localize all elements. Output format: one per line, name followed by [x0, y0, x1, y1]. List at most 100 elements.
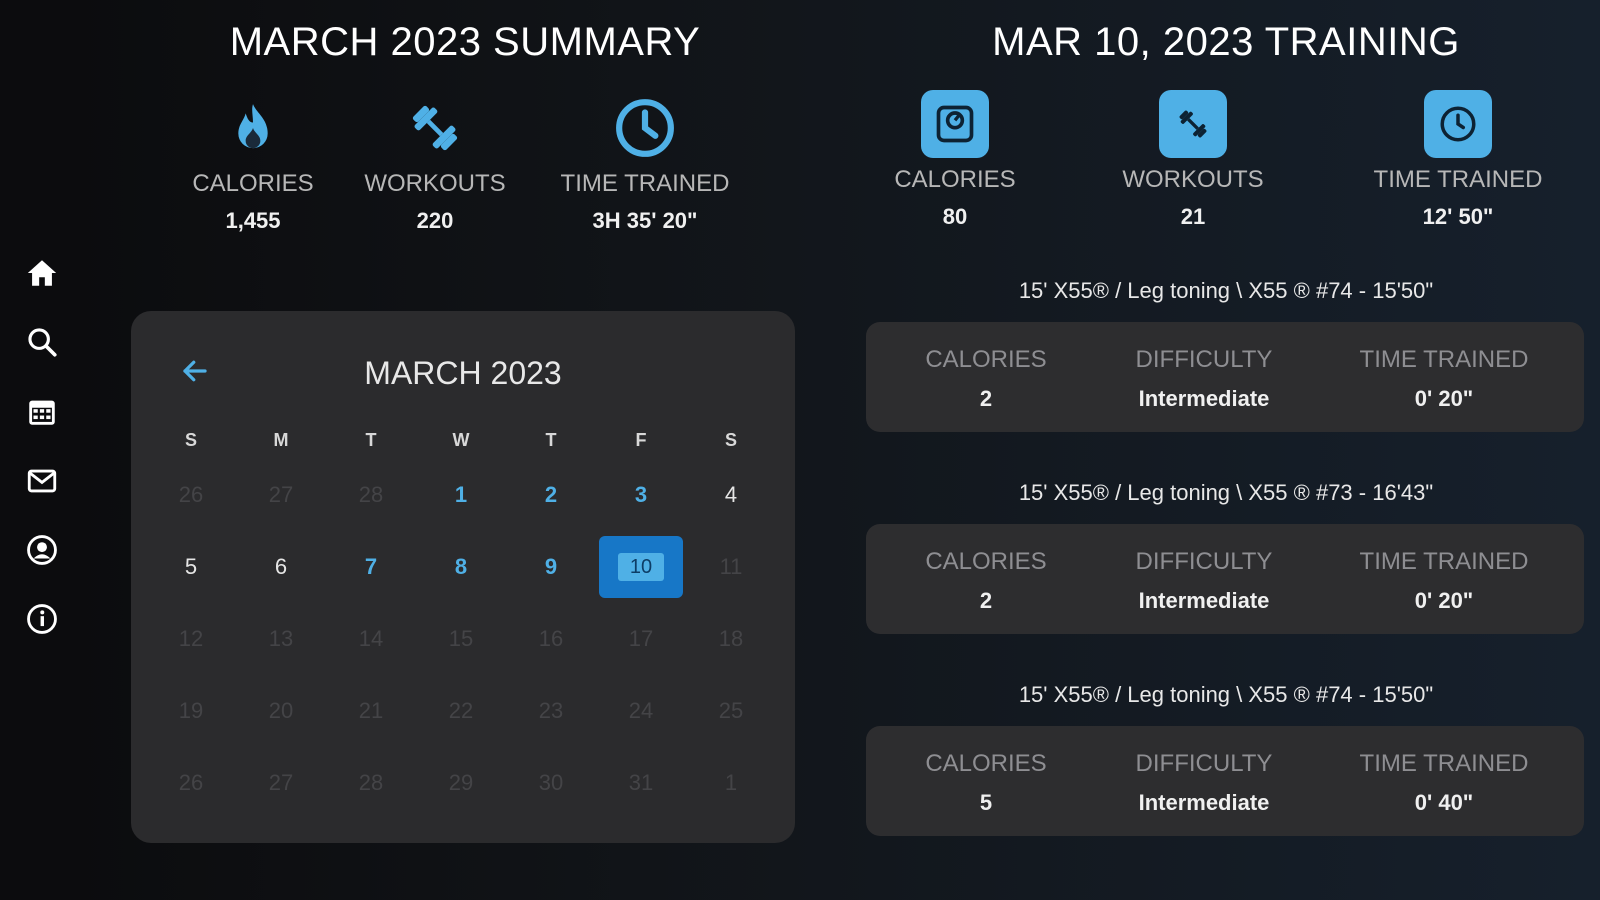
calendar-day[interactable]: 23 [506, 675, 596, 747]
home-icon[interactable] [22, 253, 62, 293]
session-card[interactable]: CALORIES 5 DIFFICULTY Intermediate TIME … [866, 726, 1584, 836]
calories-label: CALORIES [925, 346, 1047, 373]
summary-time-value: 3H 35' 20" [592, 208, 698, 233]
session-card[interactable]: CALORIES 2 DIFFICULTY Intermediate TIME … [866, 322, 1584, 432]
summary-workouts-stat: WORKOUTS 220 [335, 96, 535, 234]
difficulty-value: Intermediate [1138, 386, 1270, 411]
training-workouts-label: WORKOUTS [1122, 166, 1264, 193]
calendar-day[interactable]: 9 [506, 531, 596, 603]
calendar-day[interactable]: 22 [416, 675, 506, 747]
training-title: MAR 10, 2023 TRAINING [992, 20, 1460, 64]
calendar-day[interactable]: 16 [506, 603, 596, 675]
difficulty-label: DIFFICULTY [1135, 346, 1273, 373]
weekday-header: T [365, 429, 377, 450]
clock-icon [545, 96, 745, 160]
time-trained-value: 0' 20" [1414, 386, 1474, 411]
calendar-day[interactable]: 18 [686, 603, 776, 675]
weekday-header: M [273, 429, 289, 450]
calories-label: CALORIES [925, 548, 1047, 575]
calendar-day[interactable]: 15 [416, 603, 506, 675]
calendar-day[interactable]: 6 [236, 531, 326, 603]
difficulty-value: Intermediate [1138, 790, 1270, 815]
selected-day-highlight: 10 [599, 536, 683, 598]
time-trained-label: TIME TRAINED [1359, 750, 1529, 777]
calendar-day[interactable]: 27 [236, 747, 326, 819]
calendar-day[interactable]: 28 [326, 747, 416, 819]
calendar-day[interactable]: 19 [146, 675, 236, 747]
info-icon[interactable] [22, 599, 62, 639]
session-card[interactable]: CALORIES 2 DIFFICULTY Intermediate TIME … [866, 524, 1584, 634]
profile-icon[interactable] [22, 530, 62, 570]
summary-calories-label: CALORIES [192, 170, 314, 197]
training-calories-label: CALORIES [894, 166, 1016, 193]
calendar-day[interactable]: 1 [686, 747, 776, 819]
time-trained-label: TIME TRAINED [1359, 346, 1529, 373]
calendar-day[interactable]: 27 [236, 459, 326, 531]
calendar-day[interactable]: 7 [326, 531, 416, 603]
dumbbell-icon [1159, 90, 1227, 158]
calendar-day[interactable]: 14 [326, 603, 416, 675]
scale-icon [921, 90, 989, 158]
calendar-grid: S M T W T F S 26 27 28 1 2 3 4 5 6 7 8 9 10 11 12 13 14 15 16 17 18… [146, 421, 780, 819]
calendar-day[interactable]: 29 [416, 747, 506, 819]
calendar-day[interactable]: 12 [146, 603, 236, 675]
summary-title: MARCH 2023 SUMMARY [229, 20, 701, 64]
calendar-day[interactable]: 31 [596, 747, 686, 819]
calendar-day[interactable]: 17 [596, 603, 686, 675]
calories-value: 2 [979, 588, 993, 613]
difficulty-value: Intermediate [1138, 588, 1270, 613]
weekday-header: S [724, 429, 737, 450]
summary-time-stat: TIME TRAINED 3H 35' 20" [545, 96, 745, 234]
calendar-day[interactable]: 21 [326, 675, 416, 747]
calendar-day[interactable]: 4 [686, 459, 776, 531]
calendar-day[interactable]: 3 [596, 459, 686, 531]
calendar-day[interactable]: 2 [506, 459, 596, 531]
time-trained-value: 0' 20" [1414, 588, 1474, 613]
time-trained-label: TIME TRAINED [1359, 548, 1529, 575]
calendar-day[interactable]: 26 [146, 747, 236, 819]
time-trained-value: 0' 40" [1414, 790, 1474, 815]
flame-icon [153, 96, 353, 160]
training-workouts-stat: WORKOUTS 21 [1093, 90, 1293, 230]
clock-icon [1424, 90, 1492, 158]
calendar-day[interactable]: 30 [506, 747, 596, 819]
weekday-header: W [452, 429, 470, 450]
calendar-day[interactable]: 8 [416, 531, 506, 603]
weekday-header: T [545, 429, 557, 450]
difficulty-label: DIFFICULTY [1135, 548, 1273, 575]
session-title: 15' X55® / Leg toning \ X55 ® #74 - 15'5… [1018, 278, 1434, 303]
session-title: 15' X55® / Leg toning \ X55 ® #74 - 15'5… [1018, 682, 1434, 707]
calendar-day[interactable]: 25 [686, 675, 776, 747]
calendar-day[interactable]: 20 [236, 675, 326, 747]
calendar-icon[interactable] [22, 392, 62, 432]
calendar-day[interactable]: 11 [686, 531, 776, 603]
calendar-day-label: 10 [618, 553, 664, 581]
calendar: MARCH 2023 S M T W T F S 26 27 28 1 2 3 4 5 6 7 8 9 10 11 12 1… [131, 311, 795, 843]
calendar-day-selected[interactable]: 10 [596, 531, 686, 603]
calories-value: 5 [979, 790, 993, 815]
summary-calories-stat: CALORIES 1,455 [153, 96, 353, 234]
calendar-month-title: MARCH 2023 [364, 355, 562, 391]
calories-label: CALORIES [925, 750, 1047, 777]
calendar-day[interactable]: 24 [596, 675, 686, 747]
training-time-stat: TIME TRAINED 12' 50" [1358, 90, 1558, 230]
search-icon[interactable] [22, 322, 62, 362]
session-title: 15' X55® / Leg toning \ X55 ® #73 - 16'4… [1018, 480, 1434, 505]
training-time-label: TIME TRAINED [1373, 166, 1543, 193]
training-calories-stat: CALORIES 80 [855, 90, 1055, 230]
training-calories-value: 80 [942, 204, 968, 229]
calendar-day[interactable]: 5 [146, 531, 236, 603]
calendar-day[interactable]: 1 [416, 459, 506, 531]
difficulty-label: DIFFICULTY [1135, 750, 1273, 777]
dumbbell-icon [335, 96, 535, 160]
mail-icon[interactable] [22, 461, 62, 501]
sidebar [0, 0, 84, 900]
calendar-day[interactable]: 26 [146, 459, 236, 531]
summary-workouts-label: WORKOUTS [364, 170, 506, 197]
training-time-value: 12' 50" [1422, 204, 1494, 229]
calories-value: 2 [979, 386, 993, 411]
calendar-day[interactable]: 13 [236, 603, 326, 675]
calendar-day[interactable]: 28 [326, 459, 416, 531]
summary-workouts-value: 220 [416, 208, 454, 233]
weekday-header: F [635, 429, 647, 450]
